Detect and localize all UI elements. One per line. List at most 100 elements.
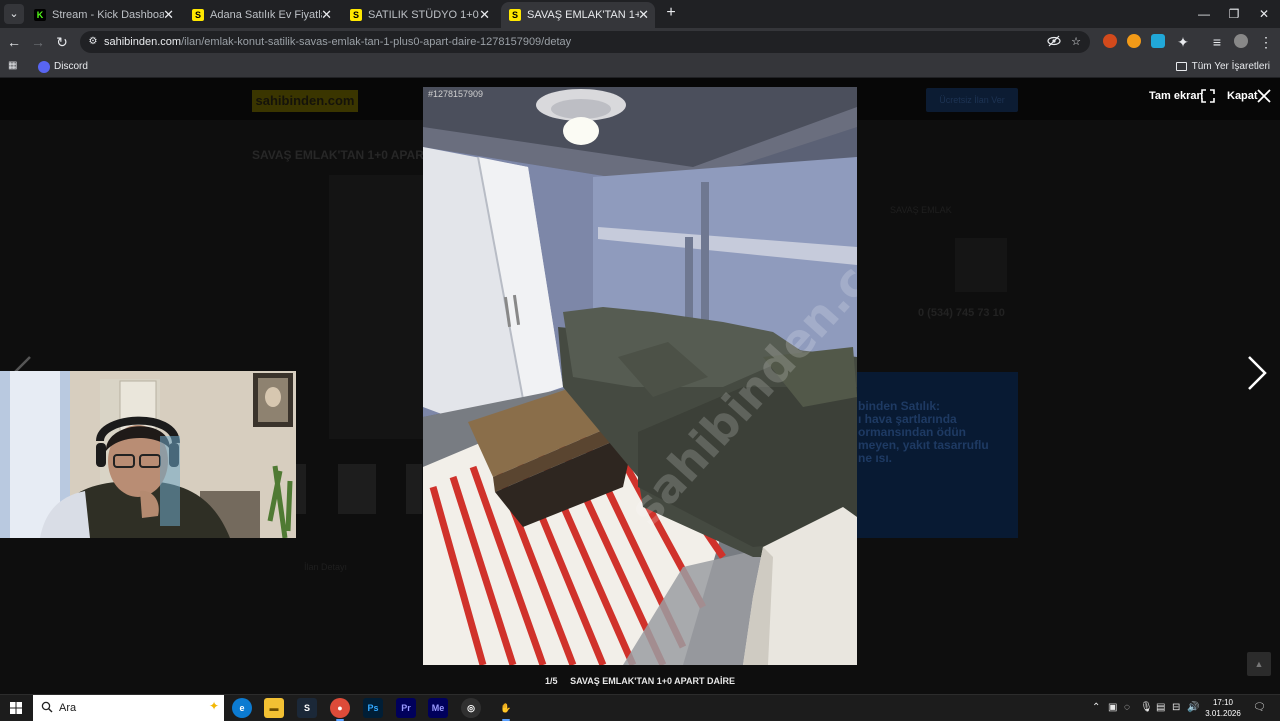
tab-kick-dashboard[interactable]: K Stream - Kick Dashboard ✕	[26, 2, 180, 28]
tab-title: Adana Satılık Ev Fiyatları sahibin	[210, 9, 322, 21]
photo-counter: 1/5	[545, 676, 558, 686]
tab-satilik-studyo[interactable]: S SATILIK STÜDYO 1+0 DAİRE İKİ ✕	[342, 2, 496, 28]
tab-savas-emlak[interactable]: S SAVAŞ EMLAK'TAN 1+0 APART ✕	[501, 2, 655, 28]
photoshop-icon[interactable]: Ps	[363, 698, 383, 718]
taskbar-search-box[interactable]: Ara ✦	[33, 695, 224, 721]
sahibinden-icon: S	[192, 9, 204, 21]
bookmark-discord[interactable]: Discord	[38, 56, 88, 78]
extension-icon[interactable]	[1151, 34, 1165, 48]
forward-arrow-icon[interactable]: →	[28, 32, 48, 52]
tab-search-chevron-icon[interactable]: ⌄	[4, 4, 24, 24]
premiere-icon[interactable]: Pr	[396, 698, 416, 718]
clock-date: 3.01.2026	[1205, 709, 1241, 718]
ad-text: binden Satılık: ı hava şartlarında orman…	[858, 400, 1008, 465]
tab-title: SATILIK STÜDYO 1+0 DAİRE İKİ	[368, 9, 480, 21]
webcam-illustration	[0, 371, 296, 538]
search-icon	[41, 701, 53, 713]
folder-icon	[1175, 62, 1187, 71]
tab-strip: ⌄ K Stream - Kick Dashboard ✕ S Adana Sa…	[0, 0, 1280, 28]
window-close-icon[interactable]: ✕	[1248, 0, 1280, 28]
photo-listing-id: #1278157909	[428, 89, 484, 99]
tray-icon[interactable]: ▤	[1156, 695, 1165, 721]
tray-icon[interactable]: ◌	[1124, 695, 1130, 721]
ad-line: ne ısı.	[858, 451, 893, 465]
close-tab-icon[interactable]: ✕	[321, 2, 332, 28]
url-host: sahibinden.com	[104, 36, 182, 48]
close-icon	[1257, 89, 1271, 103]
taskbar-clock[interactable]: 17:10 3.01.2026	[1200, 697, 1246, 719]
bookmark-label: Discord	[54, 61, 88, 72]
agency-name: SAVAŞ EMLAK	[890, 205, 952, 215]
minimize-icon[interactable]: —	[1188, 0, 1220, 28]
bookmark-star-icon[interactable]: ☆	[1068, 34, 1084, 50]
extensions-puzzle-icon[interactable]: ✦	[1173, 32, 1193, 52]
menu-kebab-icon[interactable]: ⋮	[1256, 32, 1276, 52]
tray-icon[interactable]: ▣	[1108, 695, 1117, 721]
close-lightbox-button[interactable]: Kapat	[1227, 88, 1271, 104]
file-explorer-icon[interactable]: ▬	[264, 698, 284, 718]
notification-icon[interactable]: 🗨	[1253, 695, 1266, 721]
fullscreen-icon	[1201, 89, 1215, 103]
sahibinden-icon: S	[350, 9, 362, 21]
apps-grid-icon[interactable]: ▦	[8, 60, 20, 72]
listing-title: SAVAŞ EMLAK'TAN 1+0 APART	[252, 148, 432, 162]
restore-icon[interactable]: ❐	[1218, 0, 1250, 28]
thumbnail	[338, 464, 376, 514]
close-tab-icon[interactable]: ✕	[479, 2, 490, 28]
agent-photo	[955, 238, 1007, 292]
site-info-icon[interactable]: ⚙	[86, 35, 100, 49]
all-bookmarks-button[interactable]: Tüm Yer İşaretleri	[1175, 56, 1270, 78]
main-photo-dimmed	[329, 175, 425, 439]
photo-caption: 1/5 SAVAŞ EMLAK'TAN 1+0 APART DAİRE	[0, 676, 1280, 686]
hand-app-icon[interactable]: ✋	[496, 698, 516, 721]
eye-off-svg	[1047, 35, 1061, 47]
extension-icon[interactable]	[1103, 34, 1117, 48]
listing-photo: sahibinden.com #1278157909	[423, 87, 857, 665]
close-label: Kapat	[1227, 90, 1258, 102]
kick-icon: K	[34, 9, 46, 21]
room-photo-illustration: sahibinden.com	[423, 87, 857, 665]
tab-adana-satilik[interactable]: S Adana Satılık Ev Fiyatları sahibin ✕	[184, 2, 338, 28]
microphone-icon[interactable]: 🎙	[1140, 695, 1153, 721]
scroll-to-top-button[interactable]: ▲	[1247, 652, 1271, 676]
eye-off-icon[interactable]	[1046, 34, 1062, 50]
profile-avatar[interactable]	[1234, 34, 1248, 48]
reload-icon[interactable]: ↻	[52, 32, 72, 52]
edge-icon[interactable]: e	[232, 698, 252, 718]
sahibinden-logo: sahibinden.com	[252, 90, 358, 112]
volume-icon[interactable]: 🔊	[1187, 695, 1199, 721]
post-ad-button: Ücretsiz İlan Ver	[926, 88, 1018, 112]
windows-taskbar: Ara ✦ e ▬ S ● Ps Pr Me ◎ ✋ ⌃ ▣ ◌ 🎙 ▤ ⊟ 🔊…	[0, 694, 1280, 721]
new-tab-button[interactable]: +	[662, 4, 680, 22]
address-bar[interactable]: ⚙ sahibinden.com/ilan/emlak-konut-satili…	[80, 31, 1090, 53]
chrome-icon[interactable]: ●	[330, 698, 350, 721]
media-encoder-icon[interactable]: Me	[428, 698, 448, 718]
all-bookmarks-label: Tüm Yer İşaretleri	[1191, 61, 1270, 72]
media-controls-icon[interactable]: ≡	[1207, 32, 1227, 52]
network-icon[interactable]: ⊟	[1172, 695, 1180, 721]
copilot-sparkle-icon: ✦	[209, 699, 220, 713]
browser-toolbar: ← → ↻ ⚙ sahibinden.com/ilan/emlak-konut-…	[0, 28, 1280, 56]
streamer-webcam-overlay	[0, 371, 296, 538]
back-arrow-icon[interactable]: ←	[4, 32, 24, 52]
url-text: sahibinden.com/ilan/emlak-konut-satilik-…	[104, 31, 571, 53]
close-tab-icon[interactable]: ✕	[163, 2, 174, 28]
clock-time: 17:10	[1212, 698, 1234, 707]
fullscreen-label: Tam ekran	[1149, 90, 1204, 102]
tray-chevron-up-icon[interactable]: ⌃	[1092, 695, 1100, 721]
steam-icon[interactable]: S	[297, 698, 317, 718]
fullscreen-button[interactable]: Tam ekran	[1149, 88, 1215, 104]
search-placeholder: Ara	[59, 702, 77, 714]
bookmarks-bar: ▦ Discord Tüm Yer İşaretleri	[0, 56, 1280, 78]
thumbnail	[406, 464, 422, 514]
next-photo-arrow-icon[interactable]	[1245, 353, 1269, 393]
url-path: /ilan/emlak-konut-satilik-savas-emlak-ta…	[181, 36, 572, 48]
obs-icon[interactable]: ◎	[461, 698, 481, 718]
thumbnail	[296, 464, 306, 514]
agent-phone: 0 (534) 745 73 10	[918, 307, 1005, 319]
windows-start-icon[interactable]	[10, 702, 22, 714]
extension-icon[interactable]	[1127, 34, 1141, 48]
discord-icon	[38, 61, 50, 73]
tab-listing-detail: İlan Detayı	[304, 562, 348, 572]
close-tab-icon[interactable]: ✕	[638, 2, 649, 28]
